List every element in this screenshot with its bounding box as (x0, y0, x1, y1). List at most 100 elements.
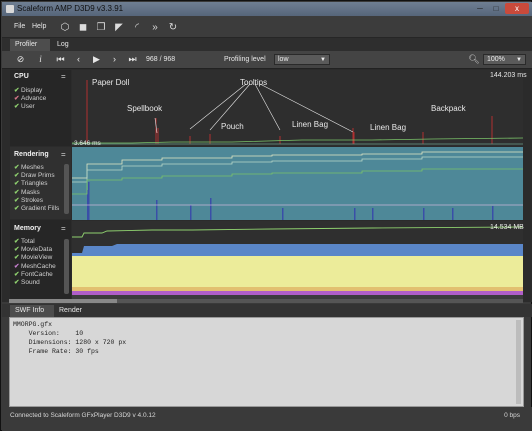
checkmark-icon: ✔ (14, 95, 20, 103)
arrow-select-icon[interactable]: ◤ (113, 22, 125, 33)
memory-legend-label: MovieView (21, 254, 53, 262)
rendering-legend-label: Gradient Fills (21, 205, 60, 212)
swf-dimensions: Dimensions: 1280 x 720 px (13, 339, 127, 346)
cube-stack-icon[interactable]: ◼ (77, 22, 89, 33)
info-icon[interactable]: i (34, 53, 47, 66)
rendering-header: Rendering = (10, 150, 70, 161)
memory-legend-item[interactable]: ✔ MovieView (14, 253, 52, 261)
magnifier-icon: 🔍︎ (468, 54, 480, 64)
next-frame-icon[interactable]: › (108, 53, 121, 66)
double-chevron-icon[interactable]: » (149, 22, 161, 33)
checkmark-icon: ✔ (14, 262, 20, 270)
memory-legend-item[interactable]: ✔ MeshCache (14, 262, 56, 270)
memory-legend-label: FontCache (21, 270, 53, 278)
app-icon (6, 5, 14, 13)
stop-icon[interactable]: ⊘ (14, 53, 27, 66)
maximize-button[interactable]: □ (488, 3, 504, 14)
memory-moviedata-area (72, 256, 523, 287)
render-bar (354, 208, 356, 220)
profiler-controls: ⊘ i ⏮ ‹ ▶ › ⏭ 968 / 968 Profiling level … (2, 51, 532, 69)
layers-icon[interactable]: ❐ (95, 22, 107, 33)
rendering-legend-item[interactable]: ✔ Meshes (14, 163, 44, 171)
swf-file-name: MMORPG.gfx (13, 321, 53, 328)
checkmark-icon: ✔ (14, 254, 20, 262)
rendering-graph-bg (72, 147, 523, 220)
render-bar (88, 182, 90, 220)
annotation-tooltips: Tooltips (240, 78, 268, 87)
refresh-icon[interactable]: ↻ (167, 22, 179, 33)
menu-bar: File Help ⬡ ◼ ❐ ◤ ◜ » ↻ (2, 16, 532, 38)
memory-collapse-toggle[interactable]: = (61, 224, 66, 233)
checkmark-icon: ✔ (14, 205, 20, 212)
memory-legend-scrollbar[interactable] (64, 239, 69, 294)
cpu-legend-item[interactable]: ✔ Display (14, 86, 42, 94)
annotation-linen-bag-1: Linen Bag (292, 120, 329, 129)
cpu-title: CPU (14, 73, 29, 80)
annotation-backpack: Backpack (431, 104, 466, 113)
cpu-legend-item[interactable]: ✔ User (14, 102, 35, 110)
memory-movieview-area (72, 244, 523, 256)
render-bar (210, 198, 212, 220)
arc-icon[interactable]: ◜ (131, 22, 143, 33)
last-frame-icon[interactable]: ⏭ (126, 53, 139, 66)
render-bar (452, 208, 454, 220)
zoom-value: 100% (487, 56, 505, 63)
tab-log[interactable]: Log (52, 39, 76, 51)
timeline-scrollbar[interactable] (9, 299, 523, 303)
chevron-down-icon: ▼ (320, 57, 326, 63)
rendering-collapse-toggle[interactable]: = (61, 150, 66, 159)
render-bar (372, 208, 374, 220)
chevron-down-icon: ▼ (516, 57, 522, 63)
close-button[interactable]: x (505, 3, 529, 14)
annotation-linen-bag-2: Linen Bag (370, 123, 407, 132)
render-bar (423, 208, 425, 220)
frame-counter: 968 / 968 (146, 56, 176, 63)
tab-swf-info[interactable]: SWF Info (10, 305, 54, 317)
rendering-legend-label: Strokes (21, 196, 44, 204)
play-icon[interactable]: ▶ (90, 53, 103, 66)
memory-legend-label: Total (21, 238, 35, 245)
info-scrollbar[interactable] (516, 320, 521, 404)
profiling-level-select[interactable]: low ▼ (274, 54, 330, 65)
tab-render[interactable]: Render (54, 305, 88, 317)
render-bar (282, 208, 284, 220)
checkmark-icon: ✔ (14, 164, 20, 171)
cpu-collapse-toggle[interactable]: = (61, 72, 66, 81)
rendering-legend-label: Masks (21, 188, 40, 196)
graph-area: CPU = ✔ Display ✔ Advance ✔ User Rendering = … (2, 69, 532, 302)
prev-frame-icon[interactable]: ‹ (72, 53, 85, 66)
rendering-legend-item[interactable]: ✔ Gradient Fills (14, 204, 59, 212)
first-frame-icon[interactable]: ⏮ (54, 53, 67, 66)
memory-legend-item[interactable]: ✔ Sound (14, 278, 40, 286)
memory-legend-item[interactable]: ✔ FontCache (14, 270, 53, 278)
cpu-legend-item[interactable]: ✔ Advance (14, 94, 46, 102)
rendering-legend-item[interactable]: ✔ Masks (14, 188, 40, 196)
rendering-legend-item[interactable]: ✔ Strokes (14, 196, 43, 204)
zoom-select[interactable]: 100% ▼ (483, 54, 526, 65)
memory-legend-label: MovieData (21, 246, 53, 254)
cube-icon[interactable]: ⬡ (59, 22, 71, 33)
rendering-legend-scrollbar[interactable] (64, 164, 69, 214)
swf-info-panel: MMORPG.gfx Version: 10 Dimensions: 1280 … (9, 317, 524, 407)
connection-status: Connected to Scaleform GFxPlayer D3D9 v … (10, 412, 156, 419)
cpu-legend-label: Display (21, 87, 43, 94)
tab-profiler[interactable]: Profiler (10, 39, 50, 51)
transfer-rate: 0 bps (504, 412, 520, 419)
rendering-legend-item[interactable]: ✔ Draw Prims (14, 171, 55, 179)
memory-fontcache-area (72, 287, 523, 291)
cpu-header: CPU = (10, 72, 70, 83)
checkmark-icon: ✔ (14, 87, 20, 94)
profiling-level-value: low (278, 56, 289, 63)
menu-file[interactable]: File (14, 23, 25, 30)
menu-help[interactable]: Help (32, 23, 46, 30)
timeline-scroll-thumb[interactable] (9, 299, 117, 303)
memory-meshcache-area (72, 291, 523, 295)
memory-legend-item[interactable]: ✔ Total (14, 237, 35, 245)
memory-max-value: 14.534 MB (490, 224, 524, 231)
rendering-legend-label: Meshes (21, 164, 44, 171)
cpu-legend-label: Advance (21, 95, 47, 103)
rendering-legend-item[interactable]: ✔ Triangles (14, 179, 48, 187)
memory-legend-item[interactable]: ✔ MovieData (14, 245, 52, 253)
minimize-button[interactable]: ─ (472, 3, 488, 14)
profiling-level-label: Profiling level (224, 56, 266, 63)
